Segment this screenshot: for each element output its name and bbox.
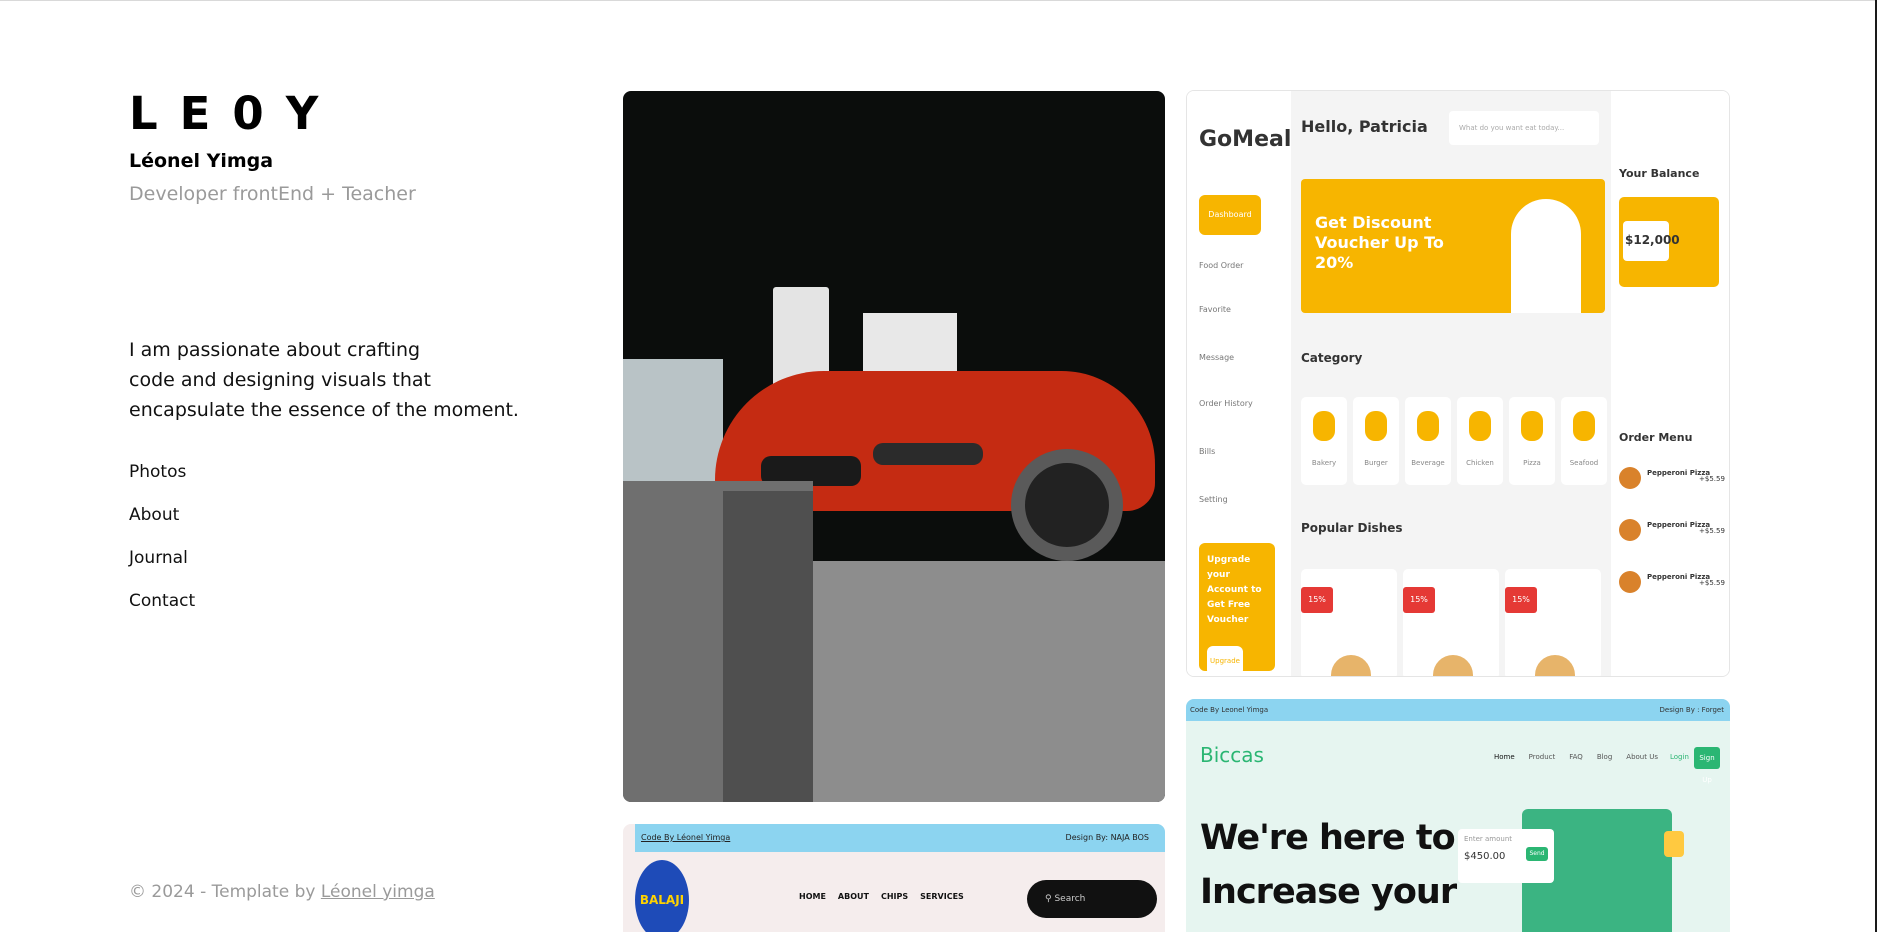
- biccas-signup: Sign Up: [1694, 747, 1720, 784]
- gomeal-balance-title: Your Balance: [1619, 167, 1700, 180]
- beverage-icon: [1417, 411, 1439, 441]
- gomeal-search: What do you want eat today...: [1449, 111, 1599, 145]
- project-balaji[interactable]: Code By Léonel Yimga Design By: NAJA BOS…: [623, 824, 1165, 932]
- project-gomeal[interactable]: GoMeal. Dashboard Food Order Favorite Me…: [1186, 90, 1730, 677]
- biccas-credit-design: Design By : Forget: [1659, 706, 1724, 714]
- pizza-icon: [1619, 571, 1641, 593]
- gomeal-upgrade-text: Upgrade your Account to Get Free Voucher: [1207, 555, 1262, 625]
- footer-copyright: © 2024 - Template by: [129, 882, 321, 902]
- balaji-credit-design: Design By: NAJA BOS: [1065, 833, 1149, 842]
- bio-text: I am passionate about crafting code and …: [129, 335, 549, 425]
- gomeal-order-item: Pepperoni Pizza +$5.59: [1619, 569, 1725, 609]
- gomeal-menu-item: Food Order: [1199, 261, 1244, 270]
- gomeal-order-item: Pepperoni Pizza +$5.59: [1619, 465, 1725, 505]
- footer: © 2024 - Template by Léonel yimga: [129, 882, 435, 902]
- bakery-icon: [1313, 411, 1335, 441]
- photo-car-wheel: [1011, 449, 1123, 561]
- balaji-nav: HOME ABOUT CHIPS SERVICES: [799, 892, 964, 901]
- gomeal-category: Chicken: [1457, 397, 1503, 485]
- gomeal-greeting: Hello, Patricia: [1301, 117, 1428, 136]
- chicken-icon: [1469, 411, 1491, 441]
- gomeal-sidebar: GoMeal. Dashboard Food Order Favorite Me…: [1187, 91, 1300, 676]
- balaji-credit-bar: Code By Léonel Yimga Design By: NAJA BOS: [635, 824, 1165, 852]
- gomeal-dashboard: Dashboard: [1199, 195, 1261, 235]
- gomeal-upgrade-card: Upgrade your Account to Get Free Voucher…: [1199, 543, 1275, 676]
- bio-line: code and designing visuals that: [129, 369, 432, 391]
- photo-concrete-block: [723, 491, 813, 802]
- author-role: Developer frontEnd + Teacher: [129, 183, 416, 205]
- seafood-icon: [1573, 411, 1595, 441]
- gomeal-order-title: Order Menu: [1619, 431, 1693, 444]
- bio-line: encapsulate the essence of the moment.: [129, 399, 519, 421]
- bio-line: I am passionate about crafting: [129, 339, 421, 361]
- nav-photos[interactable]: Photos: [129, 462, 195, 505]
- photo-car[interactable]: [623, 91, 1165, 802]
- pizza-icon: [1619, 467, 1641, 489]
- gomeal-dish-card: 15% Off: [1301, 569, 1397, 676]
- gomeal-order-item: Pepperoni Pizza +$5.59: [1619, 517, 1725, 557]
- gomeal-category: Pizza: [1509, 397, 1555, 485]
- footer-author-link[interactable]: Léonel yimga: [321, 882, 435, 902]
- gomeal-upgrade-button: Upgrade: [1207, 646, 1243, 676]
- gomeal-main: Hello, Patricia What do you want eat tod…: [1291, 91, 1611, 676]
- top-divider: [0, 0, 1877, 1]
- gomeal-popular-title: Popular Dishes: [1301, 521, 1403, 535]
- gomeal-menu-item: Message: [1199, 353, 1235, 362]
- gomeal-logo: GoMeal.: [1199, 127, 1300, 152]
- burger-icon: [1619, 519, 1641, 541]
- pizza-icon: [1521, 411, 1543, 441]
- gomeal-menu-item: Bills: [1199, 447, 1216, 456]
- sidebar: LE0Y Léonel Yimga Developer frontEnd + T…: [129, 90, 549, 612]
- burger-image: [1433, 655, 1473, 676]
- biccas-headline: We're here to Increase your: [1200, 818, 1457, 912]
- balaji-credit-code: Code By Léonel Yimga: [641, 833, 731, 842]
- burger-image: [1331, 655, 1371, 676]
- gomeal-category: Seafood: [1561, 397, 1607, 485]
- biccas-credit-code: Code By Leonel Yimga: [1190, 706, 1269, 714]
- gomeal-category-title: Category: [1301, 351, 1363, 365]
- gomeal-category: Burger: [1353, 397, 1399, 485]
- gomeal-banner-person: [1511, 199, 1581, 313]
- biccas-logo: Biccas: [1200, 743, 1264, 767]
- project-biccas[interactable]: Code By Leonel Yimga Design By : Forget …: [1186, 699, 1730, 932]
- gomeal-menu-item: Favorite: [1199, 305, 1231, 314]
- main-nav: Photos About Journal Contact: [129, 462, 195, 634]
- gomeal-dish-card: 15% Off: [1505, 569, 1601, 676]
- gomeal-banner: Get Discount Voucher Up To 20%: [1301, 179, 1605, 313]
- author-name: Léonel Yimga: [129, 150, 274, 172]
- balaji-logo: BALAJI: [635, 860, 689, 932]
- gomeal-banner-text: Get Discount Voucher Up To 20%: [1315, 213, 1444, 272]
- site-logo[interactable]: LE0Y: [129, 90, 549, 138]
- biccas-nav: Home Product FAQ Blog About Us: [1494, 753, 1658, 761]
- burger-image: [1535, 655, 1575, 676]
- gomeal-balance-amount: $12,000: [1623, 221, 1680, 261]
- photo-fuel-pump: [863, 313, 957, 373]
- nav-journal[interactable]: Journal: [129, 548, 195, 591]
- gomeal-dish-card: 15% Off: [1403, 569, 1499, 676]
- gomeal-menu-item: Setting: [1199, 495, 1228, 504]
- biccas-login: Login: [1670, 753, 1689, 761]
- burger-icon: [1365, 411, 1387, 441]
- gomeal-balance-card: $12,000: [1619, 197, 1719, 287]
- biccas-credit-bar: Code By Leonel Yimga Design By : Forget: [1186, 699, 1730, 721]
- gomeal-right-panel: Your Balance $12,000 Order Menu Pepperon…: [1611, 91, 1729, 676]
- photo-car-headlight: [873, 443, 983, 465]
- biccas-tag-icon: [1664, 831, 1684, 857]
- nav-about[interactable]: About: [129, 505, 195, 548]
- biccas-amount-box: Enter amount $450.00 Send: [1458, 829, 1554, 883]
- gomeal-category: Bakery: [1301, 397, 1347, 485]
- gomeal-menu-item: Order History: [1199, 399, 1253, 408]
- gomeal-category: Beverage: [1405, 397, 1451, 485]
- nav-contact[interactable]: Contact: [129, 591, 195, 634]
- balaji-search: ⚲ Search: [1027, 880, 1157, 918]
